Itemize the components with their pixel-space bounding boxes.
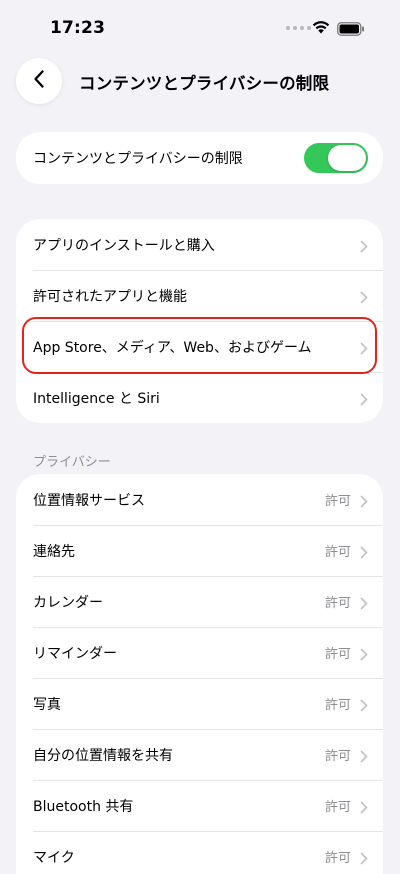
cellular-dots-icon <box>286 26 311 30</box>
wifi-icon <box>311 19 331 38</box>
chevron-left-icon <box>33 69 45 93</box>
list-item-intelligence-siri[interactable]: Intelligence と Siri <box>16 372 383 423</box>
list-item-label: App Store、メディア、Web、およびゲーム <box>33 339 312 356</box>
chevron-right-icon <box>360 595 368 614</box>
list-item-reminders[interactable]: リマインダー 許可 <box>16 627 383 678</box>
restrictions-toggle-row: コンテンツとプライバシーの制限 <box>16 132 383 184</box>
list-item-value: 許可 <box>324 647 351 662</box>
chevron-right-icon <box>360 340 368 359</box>
list-item-label: マイク <box>33 849 75 866</box>
list-item-microphone[interactable]: マイク 許可 <box>16 831 383 874</box>
section-header-privacy: プライバシー <box>33 455 111 470</box>
list-item-allowed-apps[interactable]: 許可されたアプリと機能 <box>16 270 383 321</box>
list-item-label: 連絡先 <box>33 543 75 560</box>
back-button[interactable] <box>16 58 62 104</box>
list-item-value: 許可 <box>324 494 351 509</box>
chevron-right-icon <box>360 697 368 716</box>
list-item-label: 許可されたアプリと機能 <box>33 288 187 305</box>
chevron-right-icon <box>360 544 368 563</box>
chevron-right-icon <box>360 238 368 257</box>
list-item-label: 位置情報サービス <box>33 492 145 509</box>
list-item-location-services[interactable]: 位置情報サービス 許可 <box>16 474 383 525</box>
chevron-right-icon <box>360 646 368 665</box>
list-item-value: 許可 <box>324 596 351 611</box>
chevron-right-icon <box>360 850 368 869</box>
list-item-value: 許可 <box>324 749 351 764</box>
restrictions-toggle[interactable] <box>304 143 368 173</box>
list-item-value: 許可 <box>324 698 351 713</box>
list-item-label: カレンダー <box>33 594 103 611</box>
toggle-knob <box>328 145 366 171</box>
chevron-right-icon <box>360 799 368 818</box>
chevron-right-icon <box>360 748 368 767</box>
chevron-right-icon <box>360 289 368 308</box>
list-item-label: Intelligence と Siri <box>33 390 160 407</box>
list-item-value: 許可 <box>324 851 351 866</box>
list-item-label: リマインダー <box>33 645 117 662</box>
chevron-right-icon <box>360 493 368 512</box>
list-item-value: 許可 <box>324 545 351 560</box>
list-item-contacts[interactable]: 連絡先 許可 <box>16 525 383 576</box>
list-item-share-location[interactable]: 自分の位置情報を共有 許可 <box>16 729 383 780</box>
page-title: コンテンツとプライバシーの制限 <box>79 74 330 93</box>
list-item-app-install[interactable]: アプリのインストールと購入 <box>16 219 383 270</box>
list-item-value: 許可 <box>324 800 351 815</box>
toggle-label: コンテンツとプライバシーの制限 <box>33 151 243 167</box>
list-item-bluetooth-sharing[interactable]: Bluetooth 共有 許可 <box>16 780 383 831</box>
list-item-label: アプリのインストールと購入 <box>33 237 215 254</box>
list-item-label: 写真 <box>33 696 61 713</box>
restrictions-menu: アプリのインストールと購入 許可されたアプリと機能 App Store、メディア… <box>16 219 383 423</box>
status-bar: 17:23 <box>0 0 400 60</box>
battery-icon <box>337 21 365 40</box>
privacy-list: 位置情報サービス 許可 連絡先 許可 カレンダー 許可 リマインダー 許可 写真… <box>16 474 383 874</box>
list-item-label: 自分の位置情報を共有 <box>33 747 173 764</box>
list-item-photos[interactable]: 写真 許可 <box>16 678 383 729</box>
chevron-right-icon <box>360 391 368 410</box>
list-item-calendars[interactable]: カレンダー 許可 <box>16 576 383 627</box>
list-item-app-store-media[interactable]: App Store、メディア、Web、およびゲーム <box>16 321 383 372</box>
status-time: 17:23 <box>50 18 106 38</box>
list-item-label: Bluetooth 共有 <box>33 798 134 815</box>
